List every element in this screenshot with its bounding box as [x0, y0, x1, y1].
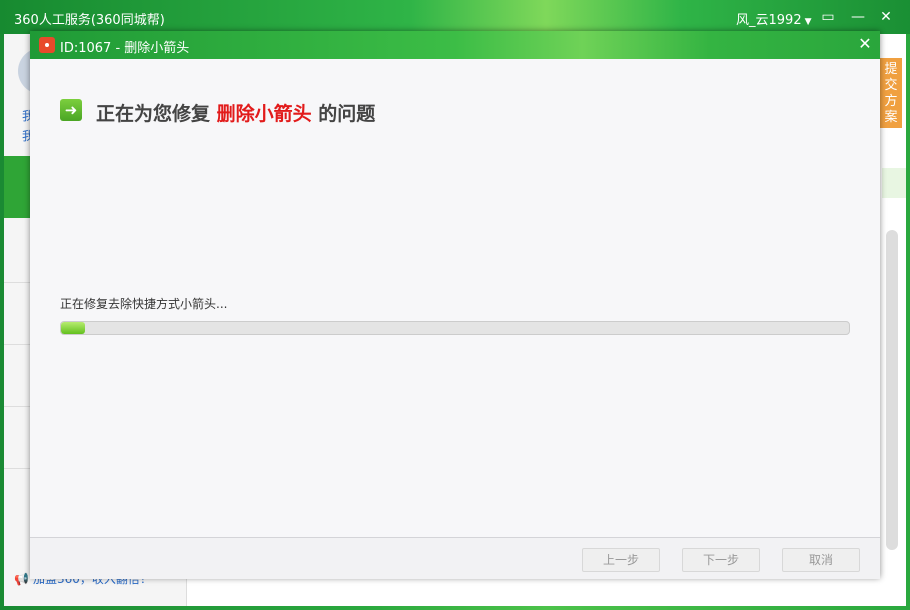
- sidebar-active-item[interactable]: [4, 156, 30, 218]
- submit-solution-tab[interactable]: 提交方案: [880, 58, 902, 128]
- background-banner: [882, 168, 906, 198]
- heading-highlight: 删除小箭头: [216, 103, 312, 125]
- dialog-footer: 上一步 下一步 取消: [30, 537, 880, 579]
- dialog-title: ID:1067 - 删除小箭头: [60, 41, 190, 56]
- app-title: 360人工服务(360同城帮): [14, 13, 165, 28]
- progress-fill: [61, 322, 85, 334]
- user-name: 风_云1992: [736, 13, 802, 28]
- user-menu[interactable]: 风_云1992 ▼: [736, 9, 812, 28]
- scrollbar[interactable]: [886, 230, 898, 550]
- page-title: 正在为您修复 删除小箭头 的问题: [96, 99, 375, 126]
- background-titlebar: 360人工服务(360同城帮) 风_云1992 ▼ ▭ — ✕: [0, 0, 910, 34]
- cancel-button[interactable]: 取消: [782, 548, 860, 572]
- heading-prefix: 正在为您修复: [96, 103, 211, 125]
- next-button[interactable]: 下一步: [682, 548, 760, 572]
- feedback-icon[interactable]: ▭: [818, 7, 838, 27]
- chevron-down-icon: ▼: [804, 17, 812, 27]
- divider: [4, 344, 30, 345]
- lifebuoy-icon: [39, 37, 55, 53]
- divider: [4, 406, 30, 407]
- dialog-content: ➜ 正在为您修复 删除小箭头 的问题 正在修复去除快捷方式小箭头...: [30, 59, 880, 537]
- repair-dialog: ID:1067 - 删除小箭头 ✕ ➜ 正在为您修复 删除小箭头 的问题 正在修…: [30, 31, 880, 579]
- divider: [4, 282, 30, 283]
- divider: [4, 468, 30, 469]
- close-button[interactable]: ✕: [876, 7, 896, 27]
- prev-button[interactable]: 上一步: [582, 548, 660, 572]
- minimize-button[interactable]: —: [848, 7, 868, 27]
- dialog-titlebar: ID:1067 - 删除小箭头 ✕: [30, 31, 880, 59]
- heading-suffix: 的问题: [318, 103, 376, 125]
- arrow-right-icon: ➜: [60, 99, 82, 121]
- progress-bar: [60, 321, 850, 335]
- status-text: 正在修复去除快捷方式小箭头...: [60, 297, 228, 311]
- megaphone-icon: 📢: [14, 572, 29, 586]
- dialog-close-button[interactable]: ✕: [856, 34, 874, 53]
